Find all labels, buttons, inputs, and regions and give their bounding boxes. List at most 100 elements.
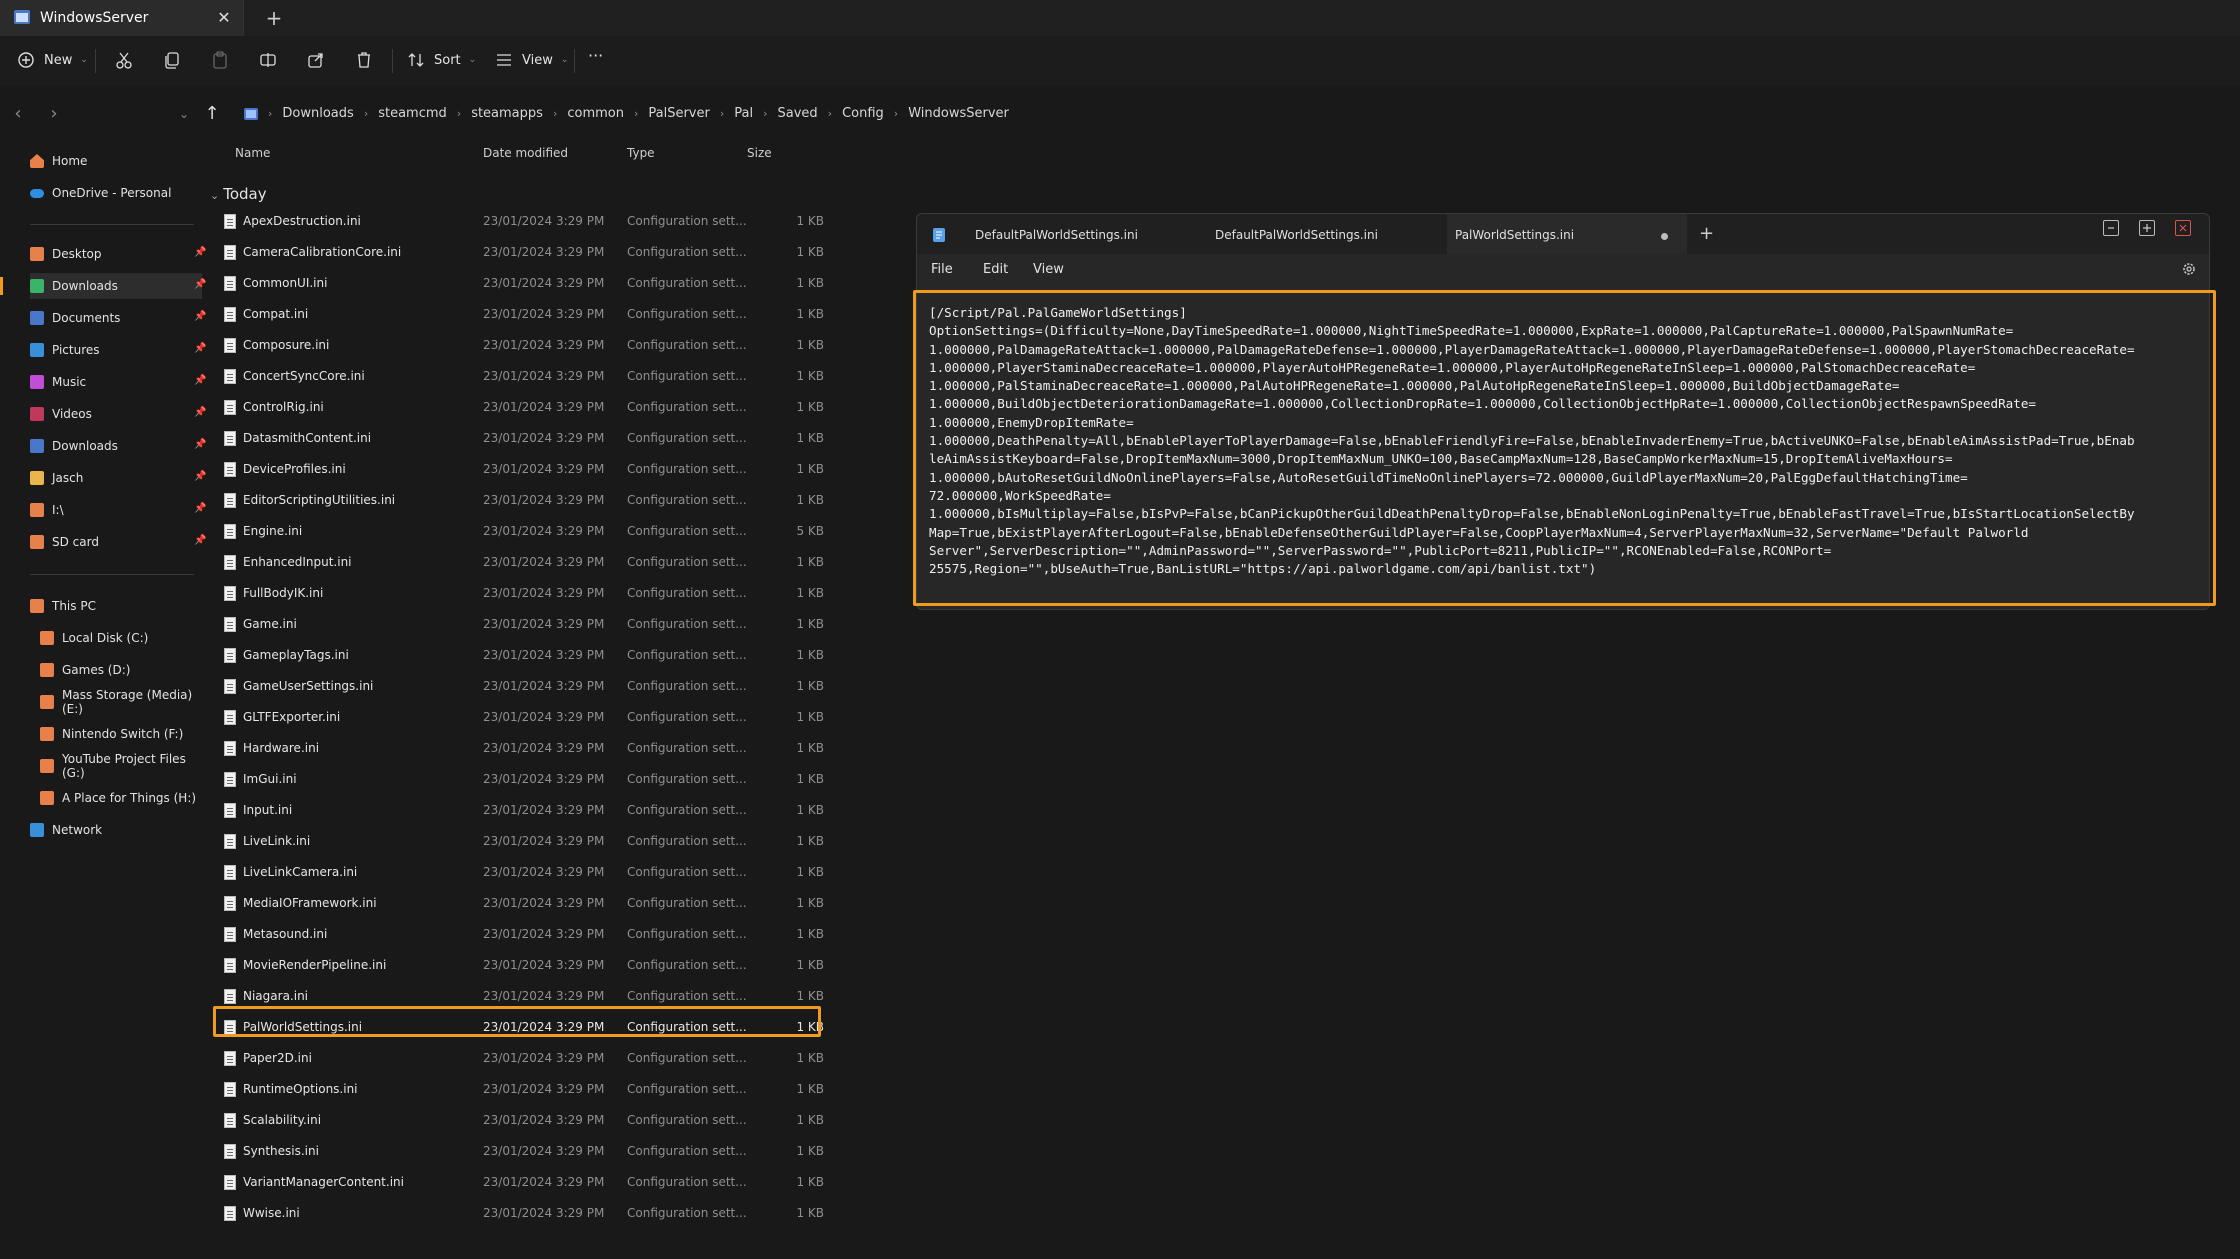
table-row[interactable]: Compat.ini 23/01/2024 3:29 PM Configuratio… <box>210 299 910 330</box>
table-row[interactable]: ImGui.ini 23/01/2024 3:29 PM Configuration… <box>210 764 910 795</box>
sidebar-item-drive-h[interactable]: A Place for Things (H:) <box>40 785 212 811</box>
sidebar-item-sd-card[interactable]: SD card 📌 <box>30 529 206 555</box>
close-tab-icon[interactable]: ✕ <box>214 8 234 28</box>
breadcrumb-item[interactable]: Pal <box>734 106 753 121</box>
minimize-icon[interactable] <box>2103 220 2119 236</box>
cut-button[interactable] <box>114 50 134 70</box>
close-window-icon[interactable] <box>2175 220 2191 236</box>
new-tab-button[interactable]: + <box>262 6 286 30</box>
table-row[interactable]: LiveLink.ini 23/01/2024 3:29 PM Configurat… <box>210 826 910 857</box>
breadcrumb-item[interactable]: steamcmd <box>378 106 447 121</box>
table-row[interactable]: Scalability.ini 23/01/2024 3:29 PM Configu… <box>210 1105 910 1136</box>
column-header-size[interactable]: Size <box>747 146 772 160</box>
menu-edit[interactable]: Edit <box>983 262 1008 277</box>
sidebar-item-drive-i[interactable]: I:\ 📌 <box>30 497 206 523</box>
unsaved-dot-icon[interactable] <box>1661 233 1668 240</box>
sidebar-item-drive-f[interactable]: Nintendo Switch (F:) <box>40 721 212 747</box>
table-row[interactable]: ControlRig.ini 23/01/2024 3:29 PM Configur… <box>210 392 910 423</box>
divider <box>574 49 575 73</box>
sidebar-item-pictures[interactable]: Pictures 📌 <box>30 337 206 363</box>
sidebar-item-network[interactable]: Network <box>30 817 202 843</box>
breadcrumb-item[interactable]: PalServer <box>648 106 709 121</box>
new-button[interactable]: New ⌄ <box>16 50 88 70</box>
table-row[interactable]: FullBodyIK.ini 23/01/2024 3:29 PM Configur… <box>210 578 910 609</box>
notepad-new-tab-button[interactable]: + <box>1699 223 1714 244</box>
sidebar-item-drive-d[interactable]: Games (D:) <box>40 657 212 683</box>
menu-view[interactable]: View <box>1033 262 1064 277</box>
sidebar-item-this-pc[interactable]: This PC <box>30 593 202 619</box>
notepad-tab-3-active[interactable]: PalWorldSettings.ini <box>1447 214 1687 254</box>
table-row[interactable]: VariantManagerContent.ini 23/01/2024 3:29… <box>210 1167 910 1198</box>
sidebar-item-downloads[interactable]: Downloads 📌 <box>30 273 206 299</box>
notepad-tab-2[interactable]: DefaultPalWorldSettings.ini <box>1215 214 1435 254</box>
group-header-today[interactable]: ⌄ Today <box>210 185 267 203</box>
table-row[interactable]: GameUserSettings.ini 23/01/2024 3:29 PM Co… <box>210 671 910 702</box>
table-row[interactable]: EnhancedInput.ini 23/01/2024 3:29 PM Confi… <box>210 547 910 578</box>
breadcrumb-item[interactable]: Config <box>842 106 884 121</box>
table-row[interactable]: DatasmithContent.ini 23/01/2024 3:29 PM Co… <box>210 423 910 454</box>
table-row[interactable]: CameraCalibrationCore.ini 23/01/2024 3:29… <box>210 237 910 268</box>
table-row[interactable]: Hardware.ini 23/01/2024 3:29 PM Configurat… <box>210 733 910 764</box>
table-row[interactable]: Composure.ini 23/01/2024 3:29 PM Configura… <box>210 330 910 361</box>
recent-locations-chevron-icon[interactable]: ⌄ <box>174 104 194 124</box>
sidebar-item-onedrive[interactable]: OneDrive - Personal <box>30 180 202 206</box>
forward-arrow-icon[interactable]: › <box>44 104 64 124</box>
table-row[interactable]: ConcertSyncCore.ini 23/01/2024 3:29 PM Con… <box>210 361 910 392</box>
sidebar-item-music[interactable]: Music 📌 <box>30 369 206 395</box>
notepad-tab-1[interactable]: DefaultPalWorldSettings.ini <box>975 214 1195 254</box>
menu-file[interactable]: File <box>931 262 953 277</box>
sidebar-item-videos[interactable]: Videos 📌 <box>30 401 206 427</box>
file-name: ApexDestruction.ini <box>243 214 361 228</box>
gear-icon[interactable] <box>2181 261 2197 277</box>
view-button[interactable]: View ⌄ <box>494 50 568 70</box>
breadcrumb-item[interactable]: steamapps <box>471 106 543 121</box>
more-options-button[interactable]: ··· <box>588 46 603 65</box>
sidebar-item-drive-c[interactable]: Local Disk (C:) <box>40 625 212 651</box>
up-arrow-icon[interactable]: ↑ <box>202 104 222 124</box>
sort-button[interactable]: Sort ⌄ <box>406 50 476 70</box>
sidebar-item-jasch[interactable]: Jasch 📌 <box>30 465 206 491</box>
table-row[interactable]: Synthesis.ini 23/01/2024 3:29 PM Configura… <box>210 1136 910 1167</box>
table-row[interactable]: MediaIOFramework.ini 23/01/2024 3:29 PM Co… <box>210 888 910 919</box>
column-header-type[interactable]: Type <box>627 146 655 160</box>
breadcrumb[interactable]: › Downloads › steamcmd › steamapps › common… <box>244 106 1009 121</box>
table-row[interactable]: Input.ini 23/01/2024 3:29 PM Configuration… <box>210 795 910 826</box>
sidebar-item-drive-g[interactable]: YouTube Project Files (G:) <box>40 752 212 780</box>
table-row[interactable]: CommonUI.ini 23/01/2024 3:29 PM Configurat… <box>210 268 910 299</box>
table-row[interactable]: Game.ini 23/01/2024 3:29 PM Configuration … <box>210 609 910 640</box>
sidebar-item-documents[interactable]: Documents 📌 <box>30 305 206 331</box>
sidebar-item-downloads-2[interactable]: Downloads 📌 <box>30 433 206 459</box>
table-row[interactable]: GameplayTags.ini 23/01/2024 3:29 PM Config… <box>210 640 910 671</box>
back-arrow-icon[interactable]: ‹ <box>8 104 28 124</box>
table-row[interactable]: LiveLinkCamera.ini 23/01/2024 3:29 PM Conf… <box>210 857 910 888</box>
sidebar-item-desktop[interactable]: Desktop 📌 <box>30 241 206 267</box>
breadcrumb-item[interactable]: common <box>567 106 624 121</box>
table-row[interactable]: GLTFExporter.ini 23/01/2024 3:29 PM Config… <box>210 702 910 733</box>
delete-button[interactable] <box>354 50 374 70</box>
table-row[interactable]: RuntimeOptions.ini 23/01/2024 3:29 PM Conf… <box>210 1074 910 1105</box>
table-row[interactable]: Wwise.ini 23/01/2024 3:29 PM Configuration… <box>210 1198 910 1229</box>
column-header-date[interactable]: Date modified <box>483 146 568 160</box>
maximize-icon[interactable] <box>2139 220 2155 236</box>
table-row[interactable]: MovieRenderPipeline.ini 23/01/2024 3:29 P… <box>210 950 910 981</box>
copy-button[interactable] <box>162 50 182 70</box>
share-button[interactable] <box>306 50 326 70</box>
table-row[interactable]: ApexDestruction.ini 23/01/2024 3:29 PM Con… <box>210 206 910 237</box>
sidebar-item-drive-e[interactable]: Mass Storage (Media) (E:) <box>40 688 212 716</box>
file-date: 23/01/2024 3:29 PM <box>483 865 605 879</box>
column-header-name[interactable]: Name <box>235 146 270 160</box>
table-row[interactable]: DeviceProfiles.ini 23/01/2024 3:29 PM Conf… <box>210 454 910 485</box>
table-row[interactable]: EditorScriptingUtilities.ini 23/01/2024 3… <box>210 485 910 516</box>
sidebar-item-home[interactable]: Home <box>30 148 202 174</box>
breadcrumb-item[interactable]: Downloads <box>282 106 353 121</box>
explorer-tab[interactable]: WindowsServer ✕ <box>0 0 244 36</box>
table-row[interactable]: Paper2D.ini 23/01/2024 3:29 PM Configurati… <box>210 1043 910 1074</box>
rename-button[interactable] <box>258 50 278 70</box>
breadcrumb-item[interactable]: Saved <box>778 106 818 121</box>
table-row[interactable]: Metasound.ini 23/01/2024 3:29 PM Configura… <box>210 919 910 950</box>
file-date: 23/01/2024 3:29 PM <box>483 834 605 848</box>
paste-button[interactable] <box>210 50 230 70</box>
copy-icon <box>165 52 179 69</box>
table-row[interactable]: Engine.ini 23/01/2024 3:29 PM Configuratio… <box>210 516 910 547</box>
breadcrumb-item[interactable]: WindowsServer <box>908 106 1009 121</box>
